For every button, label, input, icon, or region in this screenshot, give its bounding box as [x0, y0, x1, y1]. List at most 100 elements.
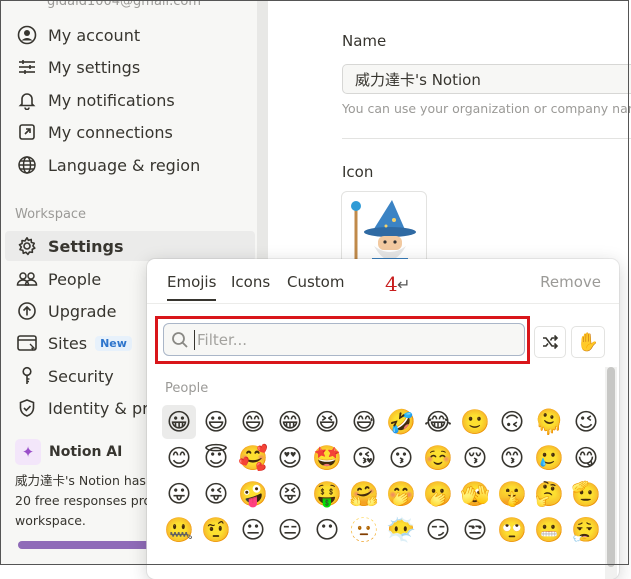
emoji-item[interactable]: 😊	[162, 441, 196, 475]
step-annotation: 4	[385, 272, 398, 296]
emoji-item[interactable]: 🥲	[532, 441, 566, 475]
search-icon	[170, 330, 190, 350]
emoji-item[interactable]: 😶	[310, 513, 344, 547]
emoji-item[interactable]: 🤭	[384, 477, 418, 511]
tab-icons[interactable]: Icons	[231, 273, 270, 291]
emoji-item[interactable]: 😀	[162, 405, 196, 439]
emoji-item[interactable]: 😐	[236, 513, 270, 547]
emoji-item[interactable]: 😘	[347, 441, 381, 475]
emoji-item[interactable]: 🤨	[199, 513, 233, 547]
sparkle-icon: ✦	[15, 439, 41, 465]
remove-icon-button[interactable]: Remove	[540, 273, 601, 291]
random-emoji-button[interactable]	[534, 326, 566, 358]
emoji-item[interactable]: 🙂	[458, 405, 492, 439]
emoji-item[interactable]: 🫥	[347, 513, 381, 547]
emoji-grid: 😀 😃 😄 😁 😆 😅 🤣 😂 🙂 🙃 🫠 😉 😊 😇 🥰 😍 🤩 😘 😗 ☺️ 😚 😙 🥲 😋 😛 😜 🤪 😝 🤑 🤗 🤭 🫢 🫣 🤫 🤔 🫡 🤐 🤨 😐…	[162, 405, 602, 549]
emoji-item[interactable]: 🤫	[495, 477, 529, 511]
people-icon	[15, 267, 39, 291]
emoji-item[interactable]: 😚	[458, 441, 492, 475]
globe-icon	[15, 153, 39, 177]
emoji-item[interactable]: 😃	[199, 405, 233, 439]
emoji-item[interactable]: 🤔	[532, 477, 566, 511]
emoji-item[interactable]: 😄	[236, 405, 270, 439]
ai-usage-progress	[18, 541, 168, 549]
emoji-item[interactable]: 😇	[199, 441, 233, 475]
sidebar-item-my-settings[interactable]: My settings	[5, 52, 255, 82]
ai-usage-progress-fill	[18, 541, 146, 549]
emoji-item[interactable]: 🤩	[310, 441, 344, 475]
emoji-item[interactable]: 😬	[532, 513, 566, 547]
emoji-item[interactable]: 😁	[273, 405, 307, 439]
emoji-item[interactable]: 😏	[421, 513, 455, 547]
user-circle-icon	[15, 23, 39, 47]
emoji-item[interactable]: 🥰	[236, 441, 270, 475]
emoji-item[interactable]: 🤣	[384, 405, 418, 439]
sidebar-item-label: Identity & pro	[48, 398, 159, 418]
gear-icon	[15, 234, 39, 258]
emoji-item[interactable]: 😮‍💨	[569, 513, 603, 547]
external-link-icon	[15, 120, 39, 144]
workspace-section-label: Workspace	[15, 207, 87, 222]
emoji-filter-field	[163, 323, 525, 356]
emoji-item[interactable]: 😒	[458, 513, 492, 547]
emoji-item[interactable]: 😂	[421, 405, 455, 439]
sidebar-item-label: Security	[48, 366, 114, 386]
browser-icon	[15, 331, 39, 355]
emoji-item[interactable]: 😋	[569, 441, 603, 475]
sidebar-item-label: Upgrade	[48, 301, 117, 321]
emoji-item[interactable]: 😗	[384, 441, 418, 475]
name-helper-text: You can use your organization or company…	[342, 101, 631, 116]
emoji-item[interactable]: 😑	[273, 513, 307, 547]
skin-tone-button[interactable]: ✋	[571, 326, 605, 358]
icon-label: Icon	[342, 163, 374, 181]
ai-title-text: Notion AI	[49, 444, 123, 460]
emoji-item[interactable]: 🫣	[458, 477, 492, 511]
sidebar-item-label: Settings	[48, 236, 124, 256]
emoji-item[interactable]: 😝	[273, 477, 307, 511]
shuffle-icon	[543, 334, 559, 350]
emoji-item[interactable]: 🤑	[310, 477, 344, 511]
emoji-section-label: People	[165, 381, 209, 396]
emoji-item[interactable]: 🫠	[532, 405, 566, 439]
tab-emojis[interactable]: Emojis	[167, 273, 217, 301]
sidebar-item-label: Language & region	[48, 155, 201, 175]
emoji-item[interactable]: 😜	[199, 477, 233, 511]
emoji-item[interactable]: 🫡	[569, 477, 603, 511]
name-label: Name	[342, 32, 387, 50]
tab-custom[interactable]: Custom	[287, 273, 344, 291]
sidebar-item-label: Sites	[48, 333, 88, 353]
sidebar-item-my-notifications[interactable]: My notifications	[5, 85, 255, 115]
sidebar-item-label: My settings	[48, 57, 141, 77]
emoji-item[interactable]: 😍	[273, 441, 307, 475]
emoji-item[interactable]: 😙	[495, 441, 529, 475]
emoji-item[interactable]: 🙃	[495, 405, 529, 439]
emoji-item[interactable]: 😶‍🌫️	[384, 513, 418, 547]
emoji-picker-popup: Emojis Icons Custom 4 ↵ Remove ✋ People …	[147, 259, 619, 579]
picker-tabs: Emojis Icons Custom 4 ↵ Remove	[147, 259, 619, 304]
emoji-item[interactable]: 😉	[569, 405, 603, 439]
bell-icon	[15, 88, 39, 112]
workspace-name-input[interactable]: 威力達卡's Notion	[342, 64, 631, 94]
sidebar-item-label: My connections	[48, 122, 173, 142]
emoji-item[interactable]: 😅	[347, 405, 381, 439]
picker-scrollbar[interactable]	[605, 367, 617, 579]
emoji-filter-input[interactable]	[194, 329, 497, 350]
emoji-item[interactable]: 🤐	[162, 513, 196, 547]
scrollbar-thumb[interactable]	[607, 367, 615, 567]
sidebar-item-language-region[interactable]: Language & region	[5, 150, 255, 180]
sidebar-item-label: My account	[48, 25, 141, 45]
sidebar-item-settings[interactable]: Settings	[5, 231, 255, 261]
key-icon	[15, 364, 39, 388]
emoji-item[interactable]: 🤪	[236, 477, 270, 511]
sidebar-item-label: People	[48, 269, 102, 289]
sliders-icon	[15, 55, 39, 79]
new-badge: New	[95, 335, 132, 351]
emoji-item[interactable]: 🤗	[347, 477, 381, 511]
emoji-item[interactable]: ☺️	[421, 441, 455, 475]
emoji-item[interactable]: 🫢	[421, 477, 455, 511]
sidebar-item-my-connections[interactable]: My connections	[5, 117, 255, 147]
sidebar-item-my-account[interactable]: My account	[5, 20, 255, 50]
emoji-item[interactable]: 😛	[162, 477, 196, 511]
emoji-item[interactable]: 🙄	[495, 513, 529, 547]
emoji-item[interactable]: 😆	[310, 405, 344, 439]
